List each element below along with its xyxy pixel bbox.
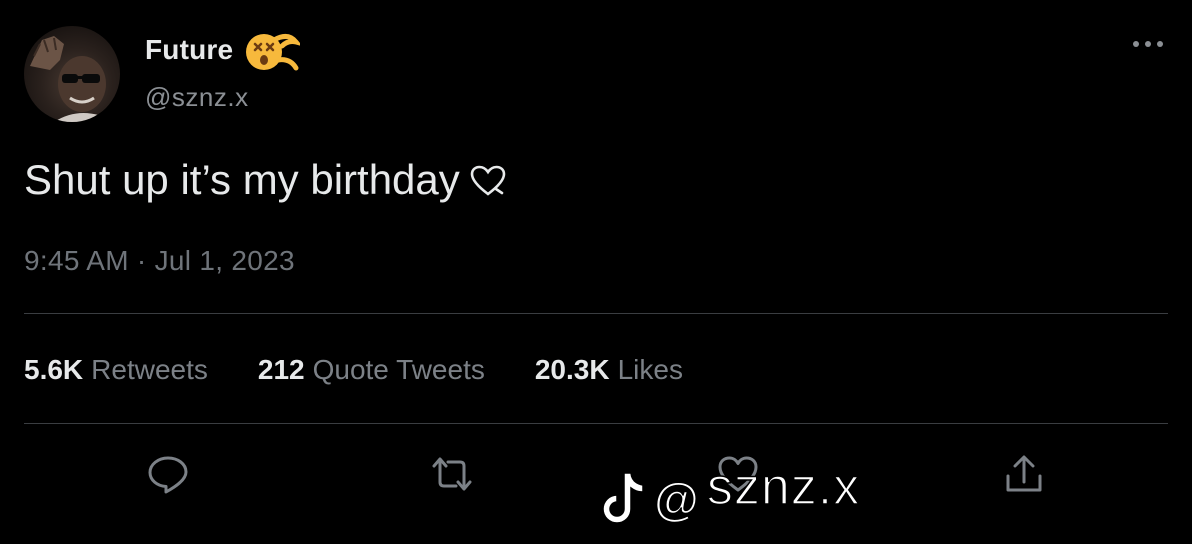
stat-likes[interactable]: 20.3K Likes (535, 354, 683, 386)
stat-value: 20.3K (534, 354, 610, 385)
more-options-icon[interactable] (1128, 34, 1168, 54)
watermark-handle: sznz.x (706, 457, 861, 517)
watermark-at-sign: @ (653, 472, 699, 526)
stat-label: Quote Tweets (312, 354, 485, 385)
stat-value: 5.6K (24, 354, 84, 385)
tweet-text-content: Shut up it’s my birthday (24, 156, 460, 203)
divider (24, 313, 1168, 314)
tweet-stats: 5.6K Retweets 212 Quote Tweets 20.3K Likes (24, 354, 733, 386)
stat-value: 212 (257, 354, 305, 385)
share-icon[interactable] (1002, 452, 1046, 496)
tiktok-logo-icon (602, 472, 644, 524)
retweet-icon[interactable] (430, 452, 474, 496)
tweet-text: Shut up it’s my birthday (24, 156, 506, 204)
stat-quote-tweets[interactable]: 212 Quote Tweets (258, 354, 485, 386)
divider (24, 423, 1168, 424)
display-name[interactable]: Future (145, 34, 233, 66)
stat-retweets[interactable]: 5.6K Retweets (24, 354, 208, 386)
stat-label: Likes (617, 354, 683, 385)
reply-icon[interactable] (146, 452, 190, 496)
dizzy-face-emoji-icon (244, 30, 303, 74)
tiktok-watermark: @ sznz.x (598, 457, 860, 532)
tweet-timestamp[interactable]: 9:45 AM · Jul 1, 2023 (24, 245, 295, 277)
avatar[interactable] (24, 26, 120, 122)
author-handle[interactable]: @sznz.x (145, 82, 249, 113)
avatar-photo-icon (30, 36, 116, 122)
heart-outline-icon (470, 159, 506, 196)
stat-label: Retweets (91, 354, 208, 385)
